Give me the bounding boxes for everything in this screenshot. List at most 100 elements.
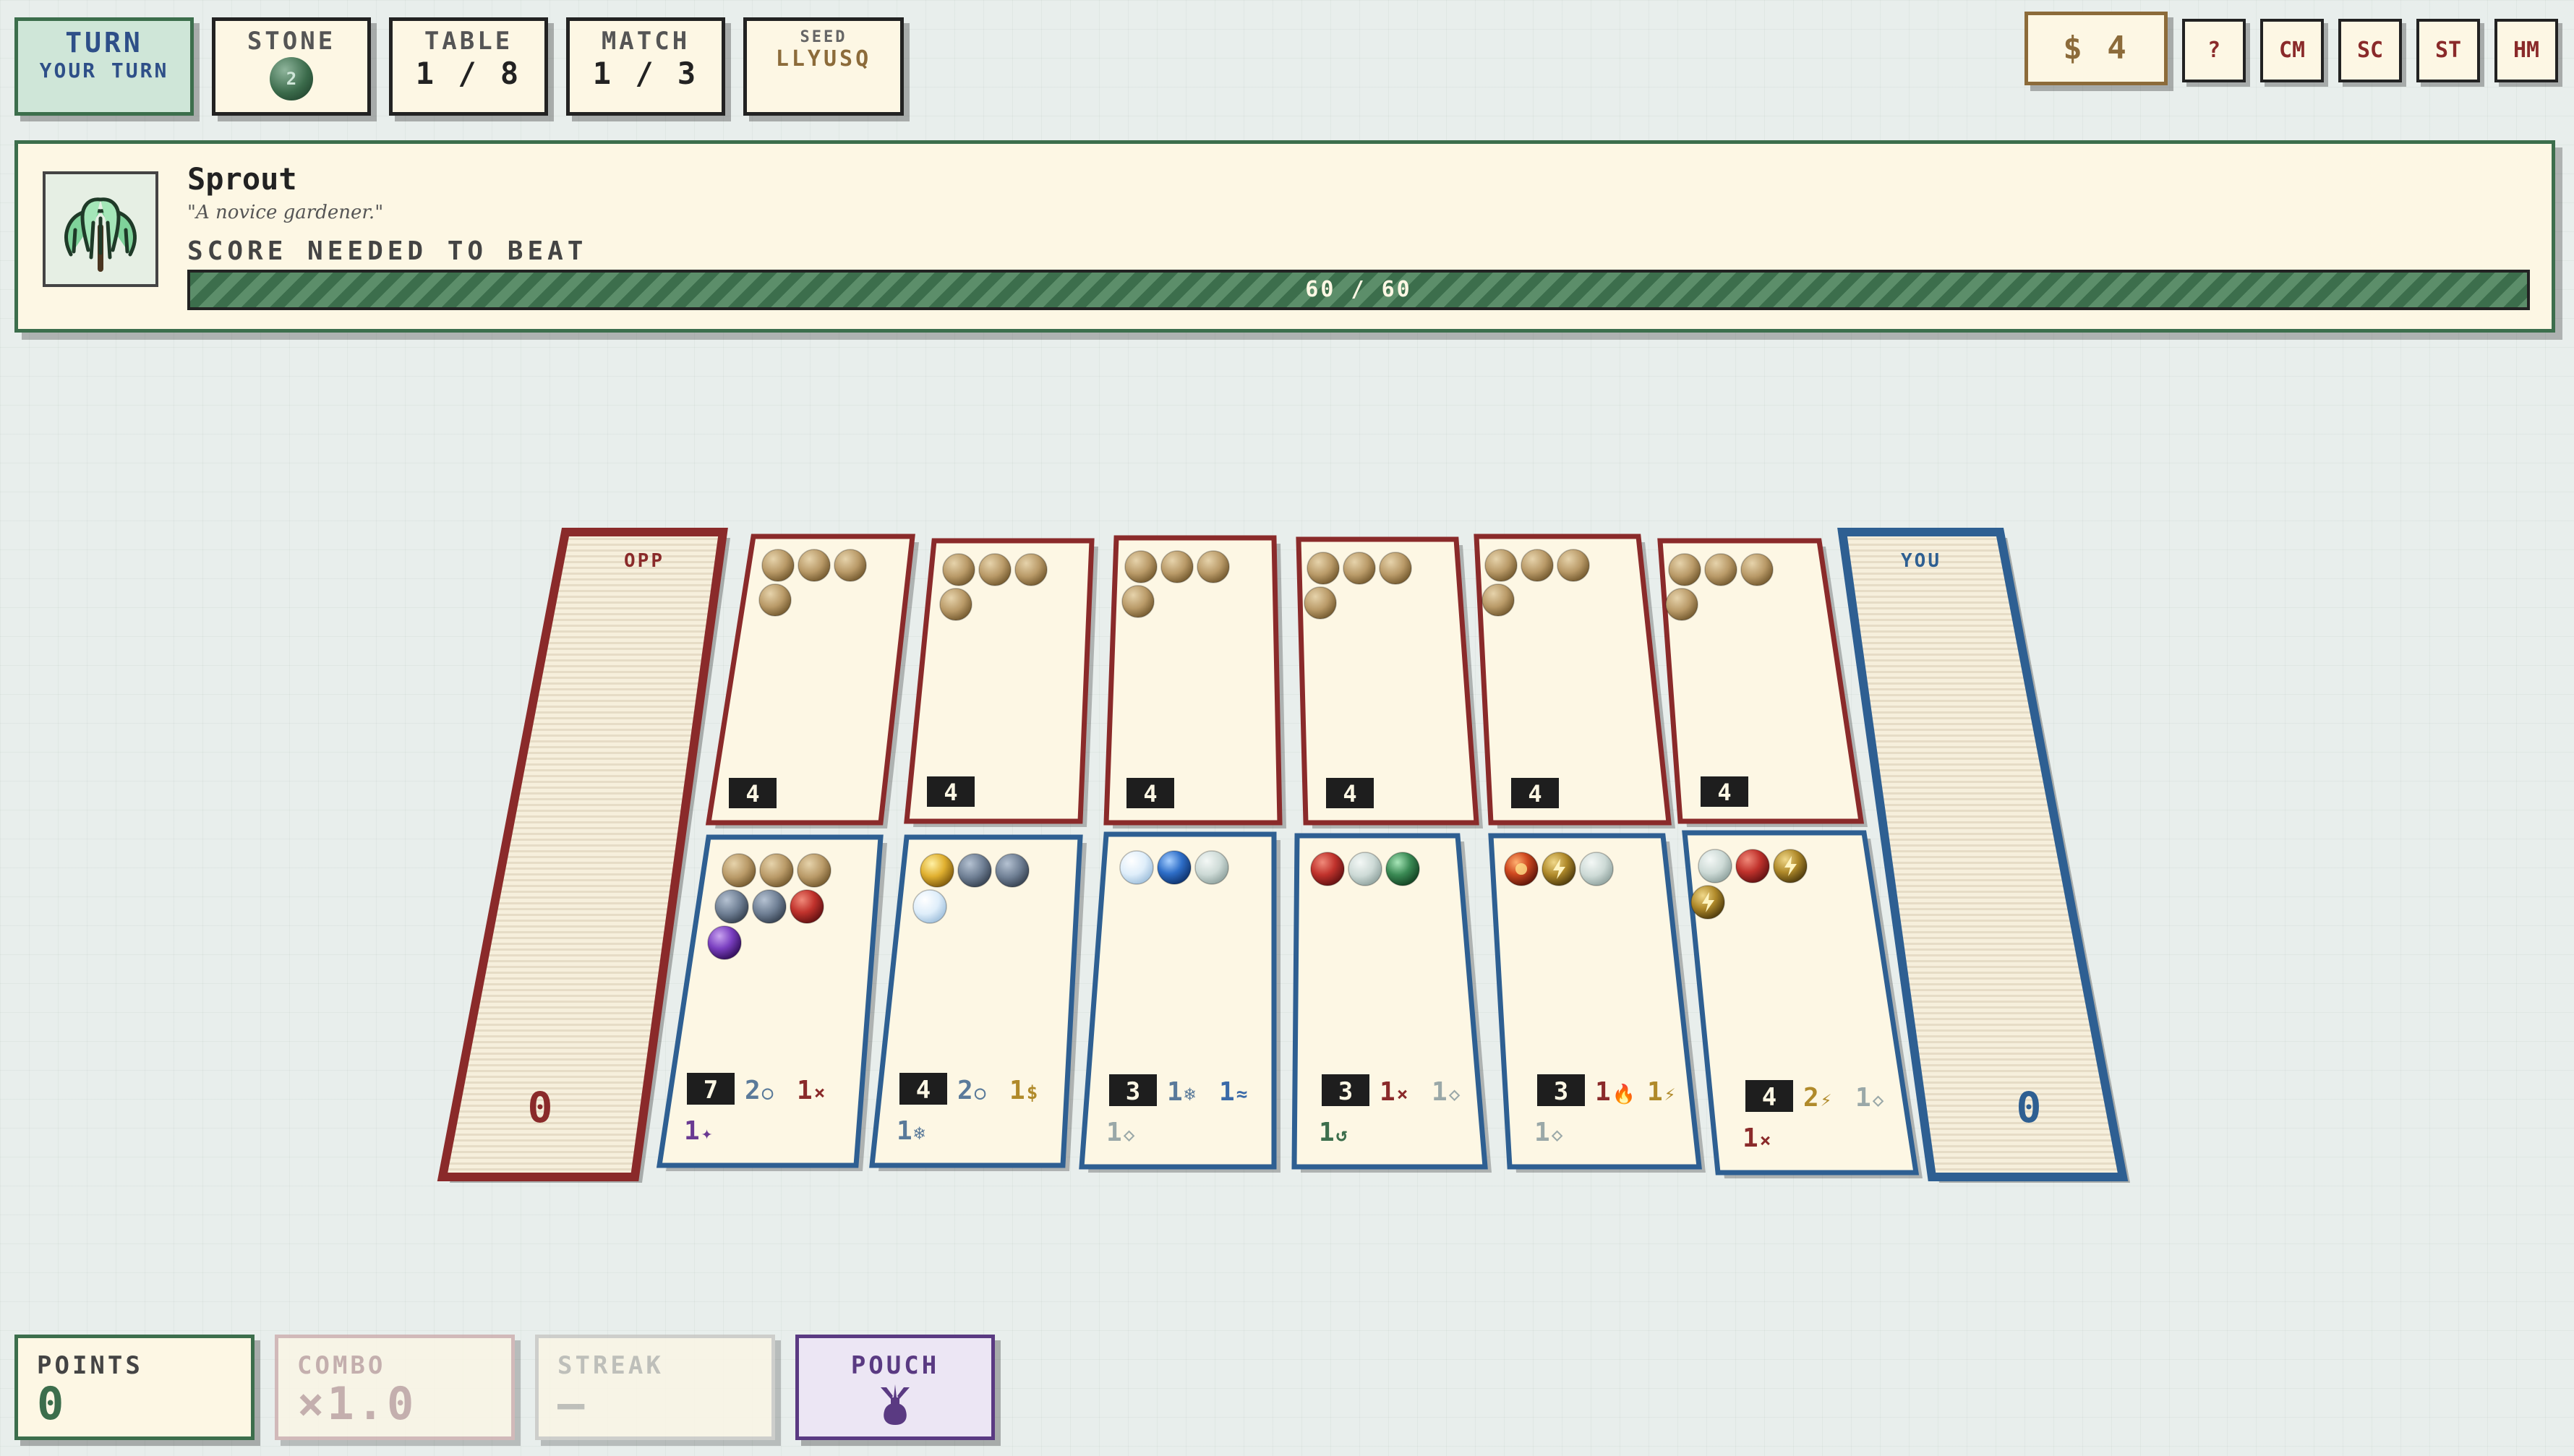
points-display: POINTS 0 xyxy=(14,1335,255,1440)
effect-count: 2 xyxy=(745,1076,761,1105)
effect-symbol-icon: ✦ xyxy=(701,1123,713,1144)
seed-stone-body xyxy=(942,553,975,586)
effect-symbol-icon: ◇ xyxy=(1124,1124,1135,1146)
effect-count: 2 xyxy=(957,1076,973,1105)
effect-symbol-icon: ○ xyxy=(762,1082,774,1104)
opp-pit-6[interactable]: 4 xyxy=(1657,538,1868,827)
effect-symbol-icon: ○ xyxy=(975,1082,986,1104)
seed-stone-body xyxy=(1304,586,1337,620)
seed-stone xyxy=(722,853,756,888)
ruby-stone-body xyxy=(790,889,824,924)
turn-value: YOUR TURN xyxy=(39,59,169,82)
points-label: POINTS xyxy=(37,1351,143,1380)
opp-pit-4[interactable]: 4 xyxy=(1296,536,1483,828)
pouch-button[interactable]: POUCH xyxy=(795,1335,995,1440)
effect-count: 1 xyxy=(684,1116,700,1146)
seed-stone xyxy=(1557,549,1590,582)
seed-stone xyxy=(1304,586,1337,620)
seed-stone-body xyxy=(1740,553,1774,586)
ruby-stone xyxy=(790,889,824,924)
effect-symbol-icon: ⚡ xyxy=(1821,1089,1832,1111)
opponent-name: Sprout xyxy=(187,161,297,197)
effect-count: 1 xyxy=(1106,1118,1122,1147)
opp-pit-count: 4 xyxy=(745,780,759,808)
effect-count: 1 xyxy=(797,1076,813,1105)
seed-stone-body xyxy=(761,549,795,582)
you-store-count: 0 xyxy=(2017,1083,2042,1132)
pearl-stone-body xyxy=(1194,850,1229,885)
seed-stone-body xyxy=(939,588,972,621)
seed-stone xyxy=(761,549,795,582)
effect-symbol-icon: 🔥 xyxy=(1612,1083,1636,1105)
your-pit-4[interactable]: 3 1× 1◇1↺ xyxy=(1291,833,1492,1173)
seed-stone-body xyxy=(1160,550,1194,583)
effect-symbol-icon: ≈ xyxy=(1236,1084,1248,1105)
slate-stone-body xyxy=(752,889,787,924)
effect-count: 1 xyxy=(1855,1083,1871,1113)
seed-indicator: SEED LLYUSQ xyxy=(743,17,904,116)
seed-stone xyxy=(1124,550,1158,583)
seed-stone xyxy=(1668,553,1701,586)
amethyst-stone xyxy=(707,925,742,960)
your-pit-count: 4 xyxy=(916,1076,931,1105)
bolt-stone xyxy=(1690,885,1725,920)
seed-stone xyxy=(1197,550,1230,583)
your-pit-3[interactable]: 3 1❄ 1≈1◇ xyxy=(1079,831,1280,1173)
your-pit-count: 4 xyxy=(1762,1083,1776,1112)
frost-stone-body xyxy=(1119,850,1154,885)
your-pit-count: 3 xyxy=(1554,1077,1568,1106)
stone-indicator: STONE 2 xyxy=(212,17,371,116)
jade-stone-body xyxy=(1385,852,1420,886)
effect-count: 1 xyxy=(1432,1077,1448,1107)
opp-store-count: 0 xyxy=(528,1083,553,1132)
opp-pit-2[interactable]: 4 xyxy=(904,538,1098,827)
seed-stone-body xyxy=(1484,549,1518,582)
pearl-stone xyxy=(1579,852,1614,886)
your-pit-2[interactable]: 4 2○ 1$1❄ xyxy=(869,834,1087,1171)
combo-value: ×1.0 xyxy=(297,1377,417,1430)
pearl-stone xyxy=(1698,849,1732,883)
effect-symbol-icon: ◇ xyxy=(1449,1084,1461,1105)
seed-stone xyxy=(1481,583,1515,617)
seed-stone xyxy=(1379,552,1412,585)
opp-pit-5[interactable]: 4 xyxy=(1474,534,1675,828)
seed-stone xyxy=(758,583,792,617)
opp-pit-1[interactable]: 4 xyxy=(705,534,919,828)
effect-symbol-icon: ◇ xyxy=(1552,1124,1563,1146)
frost-stone-body xyxy=(912,889,947,924)
seed-stone xyxy=(1665,588,1698,621)
cm-button[interactable]: CM xyxy=(2260,19,2324,82)
table-label: TABLE xyxy=(424,27,513,56)
opp-store-label: OPP xyxy=(624,550,664,572)
seed-stone xyxy=(759,853,794,888)
seed-stone xyxy=(1704,553,1737,586)
opp-pit-count: 4 xyxy=(1143,780,1157,808)
score-progress-bar: 60 / 60 xyxy=(187,270,2530,310)
effect-count: 2 xyxy=(1803,1083,1819,1113)
ember-core-icon xyxy=(1515,862,1528,875)
effect-symbol-icon: × xyxy=(1760,1130,1771,1152)
st-button[interactable]: ST xyxy=(2416,19,2480,82)
seed-stone-body xyxy=(1379,552,1412,585)
ember-stone xyxy=(1504,852,1539,886)
ruby-stone-body xyxy=(1310,852,1345,886)
your-pit-count: 7 xyxy=(704,1076,718,1105)
opponent-quote: "A novice gardener." xyxy=(187,202,384,223)
seed-stone xyxy=(1121,585,1155,618)
help-button[interactable]: ? xyxy=(2182,19,2246,82)
seed-stone-body xyxy=(759,853,794,888)
sc-button[interactable]: SC xyxy=(2338,19,2402,82)
stone-label: STONE xyxy=(247,27,336,56)
your-pit-5[interactable]: 3 1🔥 1⚡1◇ xyxy=(1488,833,1706,1173)
effect-symbol-icon: ↺ xyxy=(1336,1124,1348,1146)
turn-label: TURN xyxy=(65,27,143,59)
your-pit-6[interactable]: 4 2⚡ 1◇1× xyxy=(1682,830,1923,1178)
your-pit-1[interactable]: 7 2○ 1×1✦ xyxy=(656,834,887,1171)
table-indicator: TABLE 1 / 8 xyxy=(389,17,548,116)
score-needed-label: SCORE NEEDED TO BEAT xyxy=(187,236,588,266)
hm-button[interactable]: HM xyxy=(2494,19,2558,82)
turn-indicator: TURN YOUR TURN xyxy=(14,17,194,116)
your-pit-cell[interactable] xyxy=(1682,830,1920,1175)
opp-pit-3[interactable]: 4 xyxy=(1103,535,1286,828)
ruby-stone-body xyxy=(1735,849,1770,883)
